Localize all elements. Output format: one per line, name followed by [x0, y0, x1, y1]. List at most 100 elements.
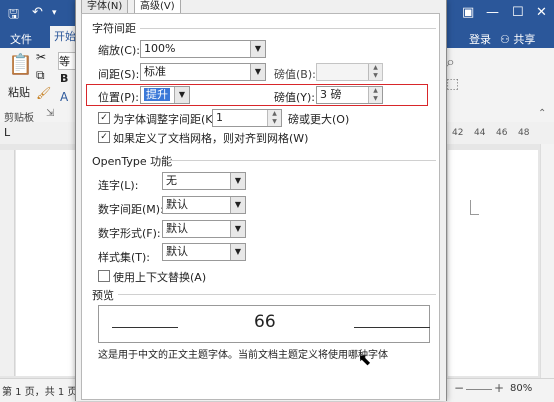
chevron-down-icon[interactable]: ▼: [230, 173, 245, 189]
mouse-cursor-icon: ⬉: [358, 350, 372, 369]
position-pts-value: 3 磅: [320, 88, 342, 101]
document-page[interactable]: [16, 150, 76, 376]
spacing-combo[interactable]: 标准 ▼: [140, 63, 266, 81]
scale-label: 缩放(C):: [98, 44, 140, 57]
text-effects-icon[interactable]: A: [60, 90, 68, 104]
stylistic-sets-label: 样式集(T):: [98, 251, 151, 264]
spinner-buttons[interactable]: ▲ ▼: [368, 87, 382, 103]
login-link[interactable]: 登录: [469, 31, 491, 47]
copy-icon[interactable]: ⧉: [36, 68, 45, 83]
paste-icon[interactable]: 📋: [8, 52, 33, 76]
zoom-out-button[interactable]: −: [454, 381, 464, 395]
vertical-scrollbar[interactable]: [540, 144, 554, 378]
font-name-box[interactable]: 等: [58, 52, 76, 70]
kerning-suffix: 磅或更大(O): [288, 113, 350, 126]
contextual-alternates-checkbox[interactable]: [98, 270, 110, 282]
chevron-down-icon[interactable]: ▼: [174, 87, 189, 103]
spin-down-icon[interactable]: ▼: [268, 118, 281, 126]
collapse-ribbon-icon[interactable]: ⌃: [538, 108, 546, 119]
kerning-checkbox[interactable]: ✓: [98, 112, 110, 124]
position-pts-label: 磅值(Y):: [274, 91, 316, 104]
spinner-buttons[interactable]: ▲ ▼: [267, 110, 281, 126]
spin-down-icon[interactable]: ▼: [369, 72, 382, 80]
zoom-slider[interactable]: [466, 389, 492, 390]
position-combo[interactable]: 提升 ▼: [140, 86, 190, 104]
section-divider: [166, 160, 436, 161]
preview-sample-text: 66: [254, 312, 276, 332]
ruler-tick: 42: [452, 128, 464, 138]
zoom-level[interactable]: 80%: [510, 383, 532, 394]
scale-combo[interactable]: 100% ▼: [140, 40, 266, 58]
number-form-value: 默认: [166, 222, 188, 235]
stylistic-sets-combo[interactable]: 默认 ▼: [162, 243, 246, 261]
document-page-right[interactable]: [448, 150, 538, 376]
tab-stop-icon[interactable]: L: [4, 126, 10, 139]
save-icon[interactable]: 🖫: [8, 5, 19, 27]
maximize-icon[interactable]: ☐: [512, 5, 524, 20]
stylistic-sets-value: 默认: [166, 245, 188, 258]
page-count[interactable]: 第 1 页，共 1 页: [2, 383, 77, 398]
contextual-alternates-label: 使用上下文替换(A): [113, 271, 207, 284]
char-spacing-section-title: 字符间距: [92, 22, 136, 35]
bold-button[interactable]: B: [60, 72, 68, 85]
undo-icon[interactable]: ↶: [32, 5, 43, 20]
chevron-down-icon[interactable]: ▼: [230, 197, 245, 213]
spinner-buttons[interactable]: ▲ ▼: [368, 64, 382, 80]
kerning-spinner[interactable]: 1 ▲ ▼: [212, 109, 282, 127]
chevron-down-icon[interactable]: ▼: [230, 244, 245, 260]
format-painter-icon[interactable]: 🖌: [36, 86, 51, 100]
kerning-label: 为字体调整字间距(K):: [113, 113, 221, 126]
spacing-pts-spinner[interactable]: ▲ ▼: [316, 63, 383, 81]
tab-advanced[interactable]: 高级(V): [134, 0, 181, 13]
preview-note: 这是用于中文的正文主题字体。当前文档主题定义将使用哪种字体: [98, 350, 388, 361]
paste-label: 粘贴: [8, 86, 30, 99]
number-form-label: 数字形式(F):: [98, 227, 161, 240]
preview-baseline-left: [112, 327, 178, 328]
chevron-down-icon[interactable]: ▼: [230, 221, 245, 237]
scale-value: 100%: [144, 42, 176, 55]
undo-dropdown-icon[interactable]: ▾: [52, 8, 57, 18]
ruler-tick: 44: [474, 128, 486, 138]
user-icon: ⚇: [500, 33, 510, 46]
number-form-combo[interactable]: 默认 ▼: [162, 220, 246, 238]
spacing-value: 标准: [144, 65, 166, 78]
ribbon-display-icon[interactable]: ▣: [462, 5, 474, 20]
number-spacing-label: 数字间距(M):: [98, 203, 164, 216]
spin-up-icon[interactable]: ▲: [369, 64, 382, 72]
spin-up-icon[interactable]: ▲: [268, 110, 281, 118]
editing-icon[interactable]: ⌕: [446, 52, 455, 72]
spin-up-icon[interactable]: ▲: [369, 87, 382, 95]
number-spacing-value: 默认: [166, 198, 188, 211]
spacing-pts-label: 磅值(B):: [274, 68, 316, 81]
minimize-icon[interactable]: —: [486, 5, 499, 20]
section-divider: [140, 28, 436, 29]
number-spacing-combo[interactable]: 默认 ▼: [162, 196, 246, 214]
chevron-down-icon[interactable]: ▼: [250, 64, 265, 80]
kerning-value: 1: [216, 111, 223, 124]
tab-file[interactable]: 文件: [10, 31, 32, 47]
section-divider: [118, 294, 436, 295]
clipboard-launcher-icon[interactable]: ⇲: [46, 108, 54, 119]
position-pts-spinner[interactable]: 3 磅 ▲ ▼: [316, 86, 383, 104]
preview-baseline-right: [354, 327, 430, 328]
snap-grid-label: 如果定义了文档网格，则对齐到网格(W): [113, 132, 309, 145]
zoom-in-button[interactable]: +: [494, 381, 504, 395]
ruler-tick: 46: [496, 128, 508, 138]
spin-down-icon[interactable]: ▼: [369, 95, 382, 103]
margin-mark: [470, 200, 479, 215]
chevron-down-icon[interactable]: ▼: [250, 41, 265, 57]
tab-font[interactable]: 字体(N): [81, 0, 129, 14]
snap-grid-checkbox[interactable]: ✓: [98, 131, 110, 143]
ligature-value: 无: [166, 174, 177, 187]
vertical-ruler: [0, 150, 15, 376]
select-icon[interactable]: ⬚: [446, 76, 459, 92]
share-button[interactable]: ⚇ 共享: [500, 31, 535, 47]
preview-section-title: 预览: [92, 289, 114, 302]
position-value: 提升: [144, 88, 170, 101]
cut-icon[interactable]: ✂: [36, 50, 46, 64]
ligature-combo[interactable]: 无 ▼: [162, 172, 246, 190]
close-icon[interactable]: ✕: [536, 5, 547, 20]
share-label: 共享: [513, 33, 536, 46]
ligature-label: 连字(L):: [98, 179, 139, 192]
ruler-tick: 48: [518, 128, 530, 138]
